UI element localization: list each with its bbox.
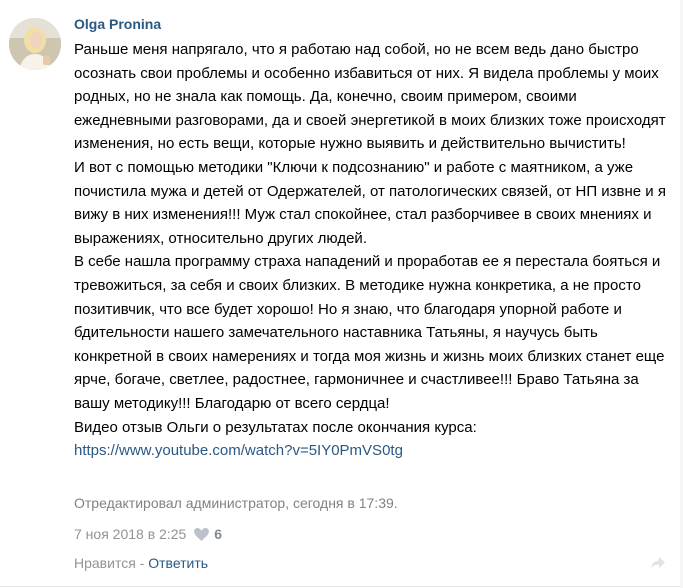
like-count: 6 (214, 526, 223, 542)
action-separator: - (135, 555, 149, 571)
avatar-photo (9, 18, 61, 70)
avatar[interactable] (9, 18, 61, 70)
share-icon[interactable] (650, 555, 666, 571)
edited-note: Отредактировал администратор, сегодня в … (74, 495, 398, 511)
video-link[interactable]: https://www.youtube.com/watch?v=5IY0PmVS… (74, 439, 672, 463)
share-glyph (651, 557, 665, 569)
comment: Olga Pronina Раньше меня напрягало, что … (0, 0, 683, 588)
comment-date[interactable]: 7 ноя 2018 в 2:25 (74, 526, 186, 542)
comment-paragraph: Видео отзыв Ольги о результатах после ок… (74, 418, 477, 436)
like-button[interactable]: Нравится (74, 555, 136, 571)
heart-icon (194, 527, 210, 541)
comment-meta: 7 ноя 2018 в 2:25 6 (74, 526, 222, 542)
author-name[interactable]: Olga Pronina (74, 16, 161, 32)
likes-counter[interactable]: 6 (194, 526, 222, 542)
comment-paragraph: В себе нашла программу страха нападений … (74, 253, 665, 412)
comment-actions: Нравится - Ответить (74, 555, 208, 571)
reply-button[interactable]: Ответить (148, 555, 208, 571)
comment-paragraph: Раньше меня напрягало, что я работаю над… (74, 41, 666, 153)
divider (0, 586, 683, 587)
comment-paragraph: И вот с помощью методики "Ключи к подсоз… (74, 158, 666, 247)
comment-text: Раньше меня напрягало, что я работаю над… (74, 38, 672, 463)
